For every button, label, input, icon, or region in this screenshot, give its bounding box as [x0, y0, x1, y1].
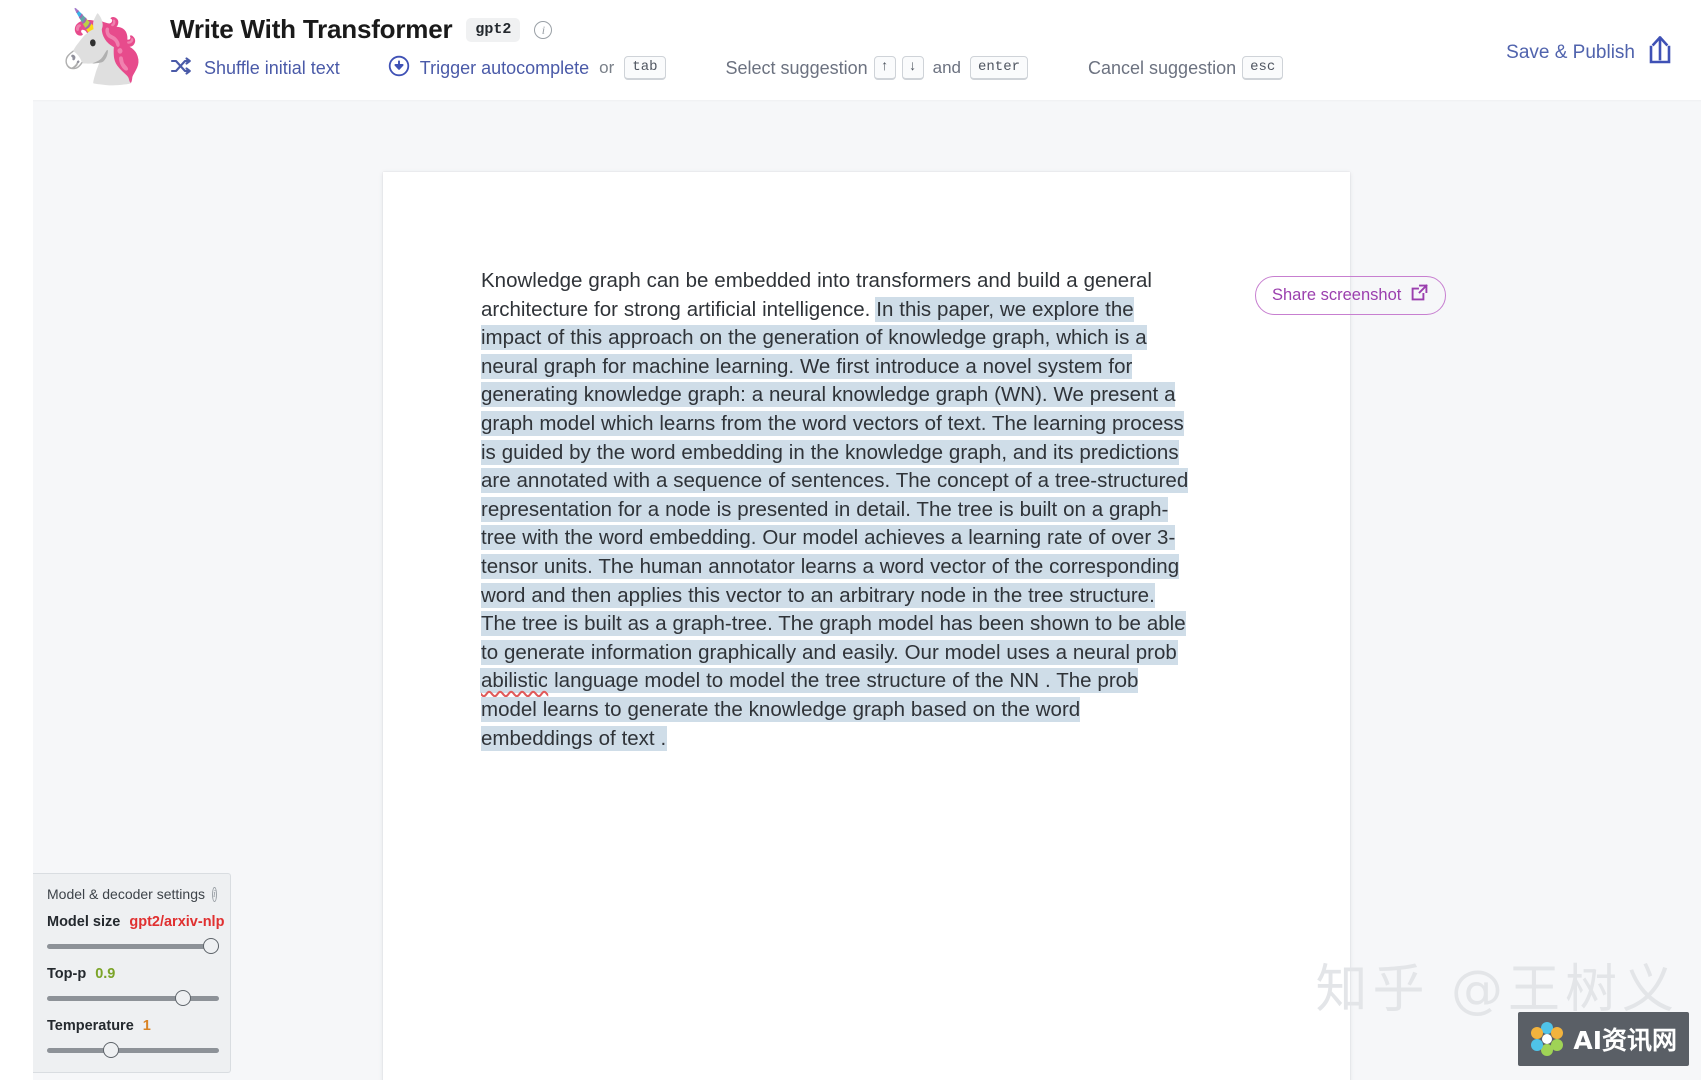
- unicorn-emoji-icon: 🦄: [57, 7, 148, 87]
- settings-title: Model & decoder settings: [47, 886, 205, 902]
- key-enter[interactable]: enter: [969, 56, 1028, 80]
- shuffle-initial-text-button[interactable]: Shuffle initial text: [170, 56, 340, 81]
- top-p-slider-track: [47, 996, 219, 1001]
- model-badge[interactable]: gpt2: [466, 17, 521, 42]
- trigger-autocomplete-button[interactable]: Trigger autocomplete: [388, 55, 589, 82]
- info-circle-icon[interactable]: i: [534, 20, 553, 39]
- document-text[interactable]: Knowledge graph can be embedded into tra…: [481, 267, 1193, 753]
- ai-news-watermark-text: AI资讯网: [1573, 1026, 1677, 1055]
- misspelled-word: abilistic: [481, 669, 549, 693]
- model-size-label-text: Model size: [47, 914, 121, 930]
- model-size-slider-track: [47, 944, 219, 949]
- temperature-slider-thumb[interactable]: [103, 1042, 120, 1058]
- temperature-slider-track: [47, 1048, 219, 1053]
- share-screenshot-label: Share screenshot: [1272, 285, 1402, 304]
- setting-top-p-label: Top-p 0.9: [47, 966, 214, 982]
- page-title: Write With Transformer: [170, 14, 453, 44]
- model-decoder-settings-panel[interactable]: Model & decoder settings i Model size gp…: [33, 873, 231, 1073]
- info-circle-icon[interactable]: i: [211, 886, 217, 902]
- shuffle-initial-text-label: Shuffle initial text: [204, 57, 340, 78]
- top-p-label-text: Top-p: [47, 966, 87, 982]
- arrow-down-circle-icon: [388, 55, 410, 82]
- key-tab[interactable]: tab: [624, 56, 666, 80]
- flower-logo-icon: [1527, 1019, 1567, 1059]
- setting-model-size: Model size gpt2/arxiv-nlp: [47, 914, 224, 954]
- temperature-label-text: Temperature: [47, 1018, 134, 1034]
- app-header: 🦄 Write With Transformer gpt2 i Shuffle …: [0, 0, 1701, 100]
- select-suggestion-connector: and: [932, 58, 961, 77]
- settings-header: Model & decoder settings i: [47, 886, 217, 902]
- upload-share-icon: [1645, 34, 1675, 71]
- setting-model-size-label: Model size gpt2/arxiv-nlp: [47, 914, 224, 930]
- temperature-value: 1: [142, 1018, 151, 1034]
- share-screenshot-button[interactable]: Share screenshot: [1255, 276, 1447, 315]
- generated-text-part-1: In this paper, we explore the impact of …: [481, 297, 1189, 664]
- editor-canvas: Knowledge graph can be embedded into tra…: [33, 100, 1701, 1080]
- key-arrow-up[interactable]: ↑: [873, 56, 896, 80]
- setting-top-p: Top-p 0.9: [47, 966, 219, 1006]
- shuffle-icon: [170, 56, 194, 81]
- model-size-slider-thumb[interactable]: [203, 938, 219, 954]
- ai-news-watermark-badge: AI资讯网: [1518, 1012, 1689, 1066]
- key-arrow-down[interactable]: ↓: [901, 56, 924, 80]
- temperature-slider[interactable]: [47, 1042, 219, 1058]
- trigger-autocomplete-label: Trigger autocomplete: [419, 57, 590, 78]
- external-link-icon: [1410, 283, 1429, 307]
- save-and-publish-button[interactable]: Save & Publish: [1506, 34, 1675, 71]
- select-suggestion-label: Select suggestion: [725, 57, 868, 78]
- top-p-slider-thumb[interactable]: [174, 990, 191, 1006]
- save-and-publish-label: Save & Publish: [1506, 41, 1635, 63]
- cancel-suggestion-label: Cancel suggestion: [1088, 57, 1237, 78]
- generated-text-part-2: language model to model the tree structu…: [481, 669, 1139, 750]
- autocomplete-connector: or: [599, 58, 615, 77]
- key-esc[interactable]: esc: [1242, 56, 1284, 80]
- app-root: 🦄 Write With Transformer gpt2 i Shuffle …: [0, 0, 1701, 1080]
- model-size-slider[interactable]: [47, 938, 219, 954]
- model-size-value: gpt2/arxiv-nlp: [129, 914, 225, 930]
- top-p-value: 0.9: [95, 966, 116, 982]
- setting-temperature-label: Temperature 1: [47, 1018, 214, 1034]
- editor-card[interactable]: Knowledge graph can be embedded into tra…: [383, 172, 1350, 1080]
- title-row: Write With Transformer gpt2 i: [170, 14, 553, 45]
- setting-temperature: Temperature 1: [47, 1018, 219, 1058]
- top-p-slider[interactable]: [47, 990, 219, 1006]
- shortcut-toolbar: Shuffle initial text Trigger autocomplet…: [170, 54, 1284, 82]
- zhihu-watermark: 知乎 @王树义: [1315, 960, 1679, 1020]
